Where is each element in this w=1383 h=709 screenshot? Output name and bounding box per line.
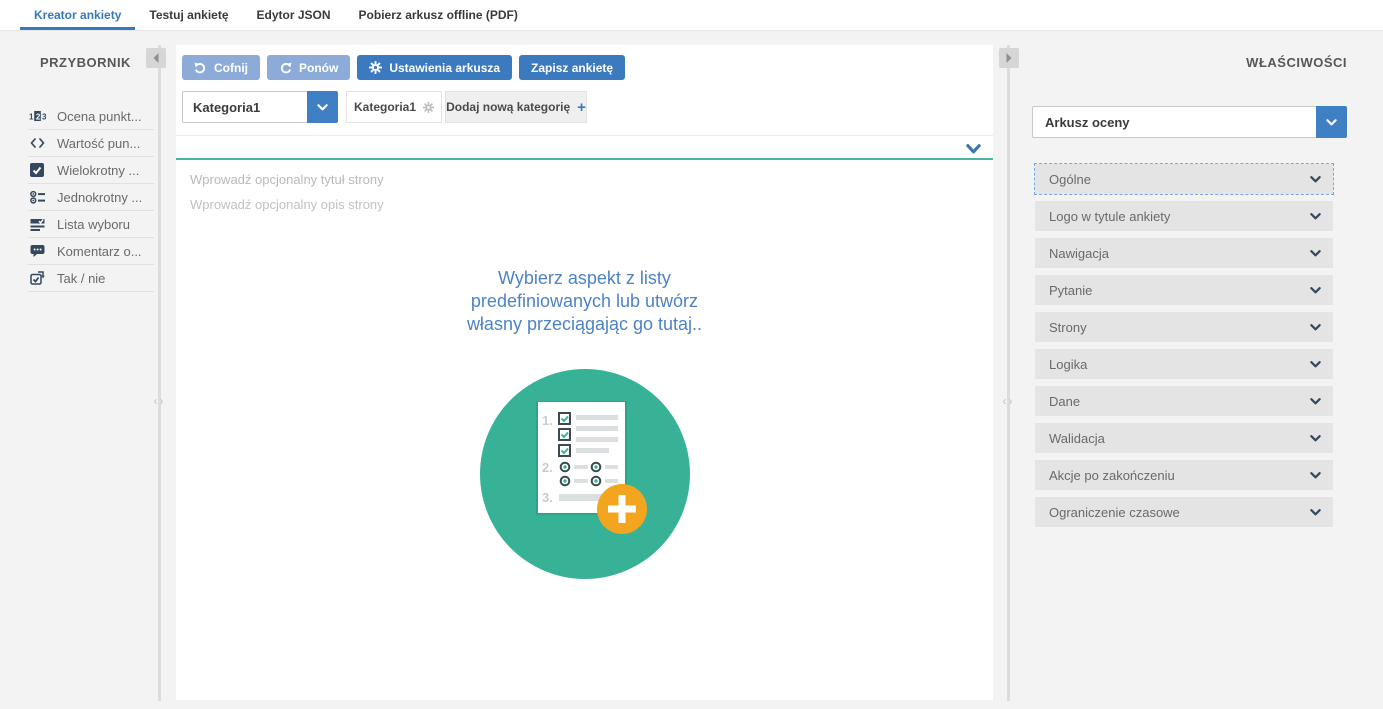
- gear-icon: [423, 102, 434, 113]
- survey-illustration: 1.: [190, 369, 979, 584]
- toolbox-item-boolean[interactable]: Tak / nie: [28, 265, 154, 292]
- survey-settings-button[interactable]: Ustawienia arkusza: [357, 55, 512, 80]
- dropdown-icon: [28, 218, 46, 231]
- properties-title: WŁAŚCIWOŚCI: [1246, 55, 1347, 70]
- svg-text:1: 1: [29, 113, 34, 122]
- chevron-down-icon: [1310, 287, 1321, 294]
- chevron-down-icon: [1310, 213, 1321, 220]
- plus-icon: +: [577, 99, 586, 116]
- designer-canvas: Cofnij Ponów Ustawienia arkusza Zapisz a…: [176, 45, 993, 700]
- toolbox-item-label: Lista wyboru: [57, 217, 130, 232]
- chevron-right-icon: [1005, 52, 1013, 64]
- page-collapse-button[interactable]: [966, 141, 981, 159]
- toolbox-item-dropdown[interactable]: Lista wyboru: [28, 211, 154, 238]
- accordion-section-akcje[interactable]: Akcje po zakończeniu: [1035, 460, 1333, 490]
- toolbox-item-comment[interactable]: Komentarz o...: [28, 238, 154, 265]
- category-row: Kategoria1 Kategoria1 Dodaj nową kategor…: [176, 91, 993, 123]
- collapse-left-panel-button[interactable]: [146, 48, 166, 68]
- empty-hint-text: Wybierz aspekt z listy predefiniowanych …: [190, 267, 979, 336]
- value-icon: [28, 138, 46, 148]
- page-header: [176, 136, 993, 160]
- accordion-section-walidacja[interactable]: Walidacja: [1035, 423, 1333, 453]
- selected-object-dropdown[interactable]: Arkusz oceny: [1032, 106, 1347, 138]
- chevron-down-icon: [317, 104, 328, 111]
- toolbox-item-label: Ocena punkt...: [57, 109, 142, 124]
- selected-object-value: Arkusz oceny: [1032, 106, 1316, 138]
- svg-text:3.: 3.: [542, 490, 553, 505]
- chevron-down-icon: [1310, 361, 1321, 368]
- category-select[interactable]: Kategoria1: [182, 91, 338, 123]
- toolbox-item-label: Wielokrotny ...: [57, 163, 139, 178]
- accordion-section-strony[interactable]: Strony: [1035, 312, 1333, 342]
- radiogroup-icon: [28, 190, 46, 204]
- toolbox-item-label: Jednokrotny ...: [57, 190, 142, 205]
- toolbox-item-label: Tak / nie: [57, 271, 105, 286]
- toolbox-item-label: Komentarz o...: [57, 244, 142, 259]
- undo-icon: [194, 61, 207, 74]
- category-select-value: Kategoria1: [182, 91, 307, 123]
- toolbox-list: 123 Ocena punkt... Wartość pun... Wielok…: [28, 103, 154, 292]
- chevron-down-icon: [1326, 119, 1337, 126]
- empty-drop-zone[interactable]: Wybierz aspekt z listy predefiniowanych …: [190, 267, 979, 584]
- tab-testuj-ankiete[interactable]: Testuj ankietę: [135, 0, 242, 30]
- page-title-input[interactable]: Wprowadź opcjonalny tytuł strony: [190, 172, 979, 187]
- chevron-down-icon: [1310, 176, 1321, 183]
- redo-icon: [279, 61, 292, 74]
- accordion-section-ograniczenie[interactable]: Ograniczenie czasowe: [1035, 497, 1333, 527]
- page-description-input[interactable]: Wprowadź opcjonalny opis strony: [190, 197, 979, 212]
- accordion-section-ogolne[interactable]: Ogólne: [1035, 164, 1333, 194]
- svg-text:2: 2: [35, 113, 40, 122]
- chevron-down-icon: [966, 144, 981, 154]
- properties-accordion: Ogólne Logo w tytule ankiety Nawigacja P…: [1035, 164, 1333, 534]
- accordion-section-pytanie[interactable]: Pytanie: [1035, 275, 1333, 305]
- accordion-section-nawigacja[interactable]: Nawigacja: [1035, 238, 1333, 268]
- toolbox-item-value[interactable]: Wartość pun...: [28, 130, 154, 157]
- chevron-down-icon: [1310, 398, 1321, 405]
- save-survey-button[interactable]: Zapisz ankietę: [519, 55, 625, 80]
- accordion-section-logo[interactable]: Logo w tytule ankiety: [1035, 201, 1333, 231]
- left-splitter-grip-icon[interactable]: ‹›: [149, 394, 170, 408]
- toolbox-item-label: Wartość pun...: [57, 136, 140, 151]
- tab-edytor-json[interactable]: Edytor JSON: [243, 0, 345, 30]
- chevron-down-icon: [1310, 509, 1321, 516]
- toolbox-title: PRZYBORNIK: [40, 55, 131, 70]
- add-category-button[interactable]: Dodaj nową kategorię +: [445, 91, 587, 123]
- comment-icon: [28, 244, 46, 258]
- undo-button[interactable]: Cofnij: [182, 55, 260, 80]
- top-tab-bar: Kreator ankiety Testuj ankietę Edytor JS…: [0, 0, 1383, 31]
- collapse-right-panel-button[interactable]: [999, 48, 1019, 68]
- tab-kreator-ankiety[interactable]: Kreator ankiety: [20, 0, 135, 30]
- accordion-section-dane[interactable]: Dane: [1035, 386, 1333, 416]
- rating-icon: 123: [28, 110, 46, 122]
- boolean-icon: [28, 271, 46, 285]
- chevron-down-icon: [1310, 435, 1321, 442]
- chevron-down-icon: [1310, 324, 1321, 331]
- category-select-button[interactable]: [307, 91, 338, 123]
- redo-button[interactable]: Ponów: [267, 55, 350, 80]
- selected-object-dropdown-button[interactable]: [1316, 106, 1347, 138]
- accordion-section-logika[interactable]: Logika: [1035, 349, 1333, 379]
- svg-text:1.: 1.: [542, 413, 553, 428]
- toolbox-item-rating[interactable]: 123 Ocena punkt...: [28, 103, 154, 130]
- right-splitter[interactable]: [1007, 45, 1010, 701]
- app-body: PRZYBORNIK 123 Ocena punkt... Wartość pu…: [0, 31, 1383, 709]
- svg-text:3: 3: [42, 113, 46, 122]
- chevron-down-icon: [1310, 250, 1321, 257]
- left-splitter[interactable]: [158, 45, 161, 701]
- page-body: Wprowadź opcjonalny tytuł strony Wprowad…: [176, 160, 993, 584]
- tab-pobierz-pdf[interactable]: Pobierz arkusz offline (PDF): [345, 0, 532, 30]
- svg-text:2.: 2.: [542, 460, 553, 475]
- toolbox-item-radiogroup[interactable]: Jednokrotny ...: [28, 184, 154, 211]
- right-splitter-grip-icon[interactable]: ‹›: [998, 394, 1019, 408]
- checkbox-icon: [28, 163, 46, 177]
- toolbox-item-checkbox[interactable]: Wielokrotny ...: [28, 157, 154, 184]
- gear-icon: [369, 61, 382, 74]
- chevron-left-icon: [152, 52, 160, 64]
- chevron-down-icon: [1310, 472, 1321, 479]
- designer-toolbar: Cofnij Ponów Ustawienia arkusza Zapisz a…: [176, 45, 993, 80]
- category-tab-kategoria1[interactable]: Kategoria1: [346, 91, 442, 123]
